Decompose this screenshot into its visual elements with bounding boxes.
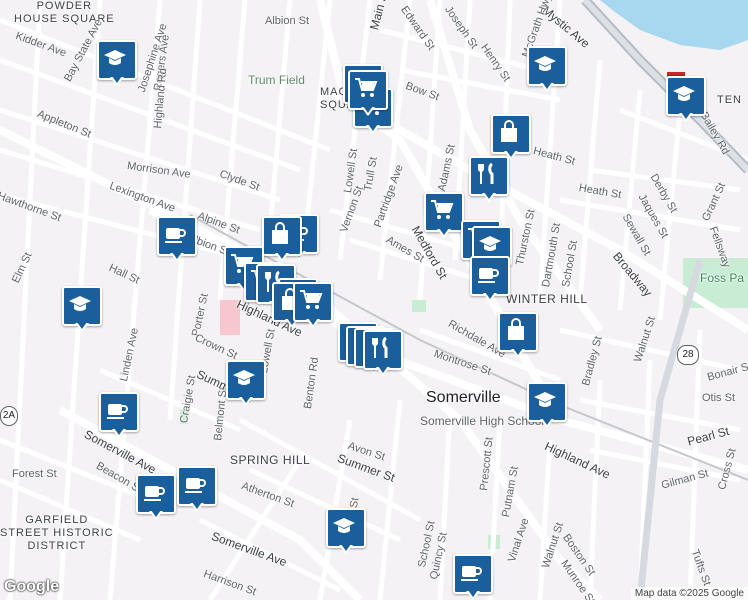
map-canvas[interactable]: POWDER HOUSE SQUARE MAGOUN SQUARE TEN WI… (0, 0, 748, 600)
label-winter-hill: WINTER HILL (506, 292, 588, 306)
school-marker[interactable] (326, 508, 366, 558)
cart-marker[interactable] (424, 192, 464, 242)
school-marker[interactable] (666, 76, 706, 126)
cart-marker[interactable] (293, 282, 333, 332)
coffee-marker[interactable] (470, 256, 510, 306)
coffee-marker[interactable] (157, 216, 197, 266)
shopping-marker[interactable] (262, 216, 302, 266)
street-label: Albion St (265, 15, 310, 27)
label-somerville-high-school: Somerville High School (420, 414, 545, 428)
green-plot (412, 300, 426, 312)
label-somerville: Somerville (426, 389, 501, 406)
school-marker[interactable] (62, 286, 102, 336)
coffee-marker[interactable] (177, 466, 217, 516)
school-marker[interactable] (226, 360, 266, 410)
school-marker[interactable] (527, 46, 567, 96)
street-label: Forest St (12, 468, 57, 480)
coffee-marker[interactable] (136, 474, 176, 524)
label-garfield-district: GARFIELD STREET HISTORIC DISTRICT (0, 514, 114, 552)
route-2a-shield: 2A (0, 406, 18, 426)
map-attribution: Map data ©2025 Google (630, 587, 748, 600)
label-spring-hill: SPRING HILL (230, 453, 311, 467)
restaurant-marker[interactable] (469, 156, 509, 206)
restaurant-marker[interactable] (363, 330, 403, 380)
street-label: Otis St (702, 392, 736, 404)
label-trum-field: Trum Field (248, 73, 305, 87)
label-foss-park: Foss Pa (700, 271, 745, 285)
route-28-shield: 28 (677, 345, 699, 365)
school-marker[interactable] (527, 382, 567, 432)
coffee-marker[interactable] (453, 554, 493, 600)
coffee-marker[interactable] (99, 392, 139, 442)
shopping-marker[interactable] (498, 312, 538, 362)
cart-marker[interactable] (348, 70, 388, 120)
school-marker[interactable] (97, 40, 137, 90)
label-ten-hills: TEN (717, 94, 742, 106)
google-logo: Google (4, 578, 60, 595)
